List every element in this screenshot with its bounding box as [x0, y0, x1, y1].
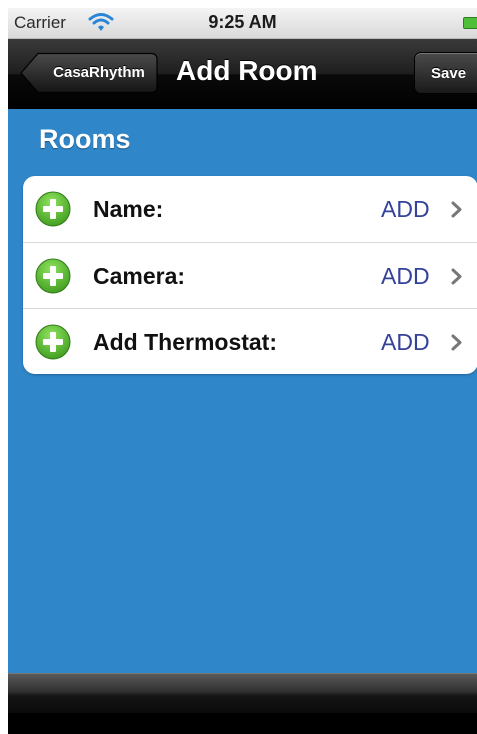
chevron-right-icon	[451, 201, 462, 218]
phone-screen: Carrier 9:25 AM CasaRhythm Add Room Save	[8, 8, 477, 734]
chevron-right-icon	[451, 334, 462, 351]
plus-circle-icon	[35, 324, 71, 360]
row-label: Camera:	[93, 263, 186, 289]
table-row-name[interactable]: Name: ADD	[23, 176, 477, 242]
row-add-link[interactable]: ADD	[381, 243, 430, 309]
status-time: 9:25 AM	[208, 12, 277, 32]
row-add-link[interactable]: ADD	[381, 309, 430, 374]
page-title: Add Room	[176, 55, 318, 86]
plus-circle-icon	[35, 258, 71, 294]
navigation-bar: CasaRhythm Add Room Save	[8, 39, 477, 109]
plus-circle-icon	[35, 191, 71, 227]
back-button[interactable]: CasaRhythm	[20, 52, 158, 94]
table-row-camera[interactable]: Camera: ADD	[23, 242, 477, 309]
bottom-band	[8, 713, 477, 734]
table-row-thermostat[interactable]: Add Thermostat: ADD	[23, 308, 477, 374]
rooms-table: Name: ADD Camera: ADD Add Thermostat: AD…	[23, 176, 477, 374]
row-label: Name:	[93, 196, 164, 222]
bottom-toolbar	[8, 673, 477, 714]
row-label: Add Thermostat:	[93, 329, 277, 355]
chevron-right-icon	[451, 268, 462, 285]
battery-icon	[463, 17, 477, 29]
row-add-link[interactable]: ADD	[381, 176, 430, 242]
save-button[interactable]: Save	[414, 52, 477, 94]
back-button-label: CasaRhythm	[53, 64, 145, 81]
status-bar: Carrier 9:25 AM	[8, 8, 477, 39]
section-header: Rooms	[39, 124, 131, 154]
